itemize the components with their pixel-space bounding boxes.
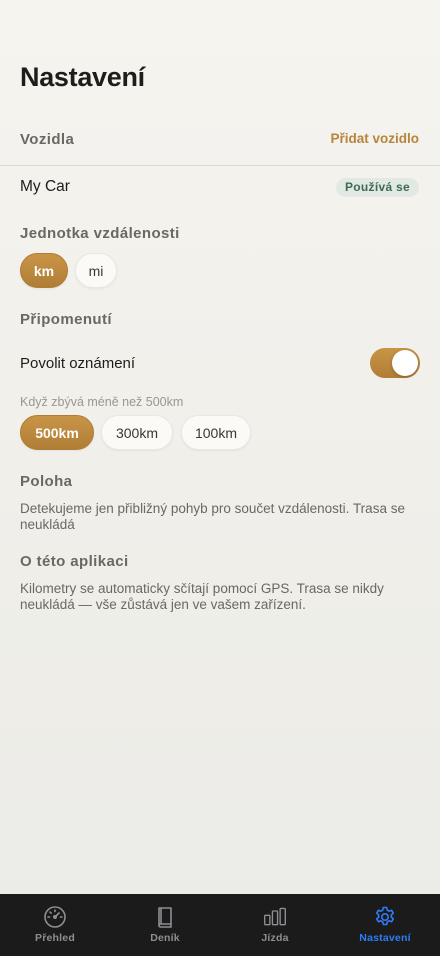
threshold-option-100km[interactable]: 100km — [181, 415, 251, 450]
bar-chart-icon — [264, 907, 286, 926]
threshold-option-300km[interactable]: 300km — [101, 415, 173, 450]
notifications-toggle[interactable] — [370, 348, 420, 378]
section-label-distance-unit: Jednotka vzdálenosti — [20, 225, 180, 242]
speedometer-icon — [44, 906, 66, 928]
book-icon — [158, 907, 172, 928]
unit-option-mi[interactable]: mi — [75, 253, 117, 288]
divider — [0, 165, 440, 166]
vehicle-name[interactable]: My Car — [20, 178, 70, 196]
tab-label: Deník — [150, 932, 180, 944]
threshold-hint: Když zbývá méně než 500km — [20, 395, 184, 409]
unit-option-km[interactable]: km — [20, 253, 68, 288]
section-label-about: O této aplikaci — [20, 553, 129, 570]
add-vehicle-button[interactable]: Přidat vozidlo — [330, 131, 419, 146]
section-label-vehicles: Vozidla — [20, 131, 75, 148]
page-title: Nastavení — [20, 62, 145, 92]
tab-label: Jízda — [261, 932, 289, 944]
about-description: Kilometry se automaticky sčítají pomocí … — [20, 581, 384, 612]
tab-bar: Přehled Deník Jízda Nastavení — [0, 894, 440, 956]
toggle-knob — [392, 350, 418, 376]
tab-label: Přehled — [35, 932, 75, 944]
tab-label: Nastavení — [359, 932, 411, 944]
location-description: Detekujeme jen přibližný pohyb pro souče… — [20, 501, 405, 532]
status-badge: Používá se — [335, 178, 419, 197]
tab-overview[interactable]: Přehled — [0, 894, 110, 956]
tab-journal[interactable]: Deník — [110, 894, 220, 956]
section-label-location: Poloha — [20, 473, 73, 490]
tab-trip[interactable]: Jízda — [220, 894, 330, 956]
tab-settings[interactable]: Nastavení — [330, 894, 440, 956]
section-label-reminders: Připomenutí — [20, 311, 112, 328]
gear-icon — [375, 906, 395, 926]
settings-screen: Nastavení Vozidla Přidat vozidlo My Car … — [0, 0, 440, 894]
threshold-option-500km[interactable]: 500km — [20, 415, 94, 450]
notifications-label: Povolit oznámení — [20, 355, 136, 372]
